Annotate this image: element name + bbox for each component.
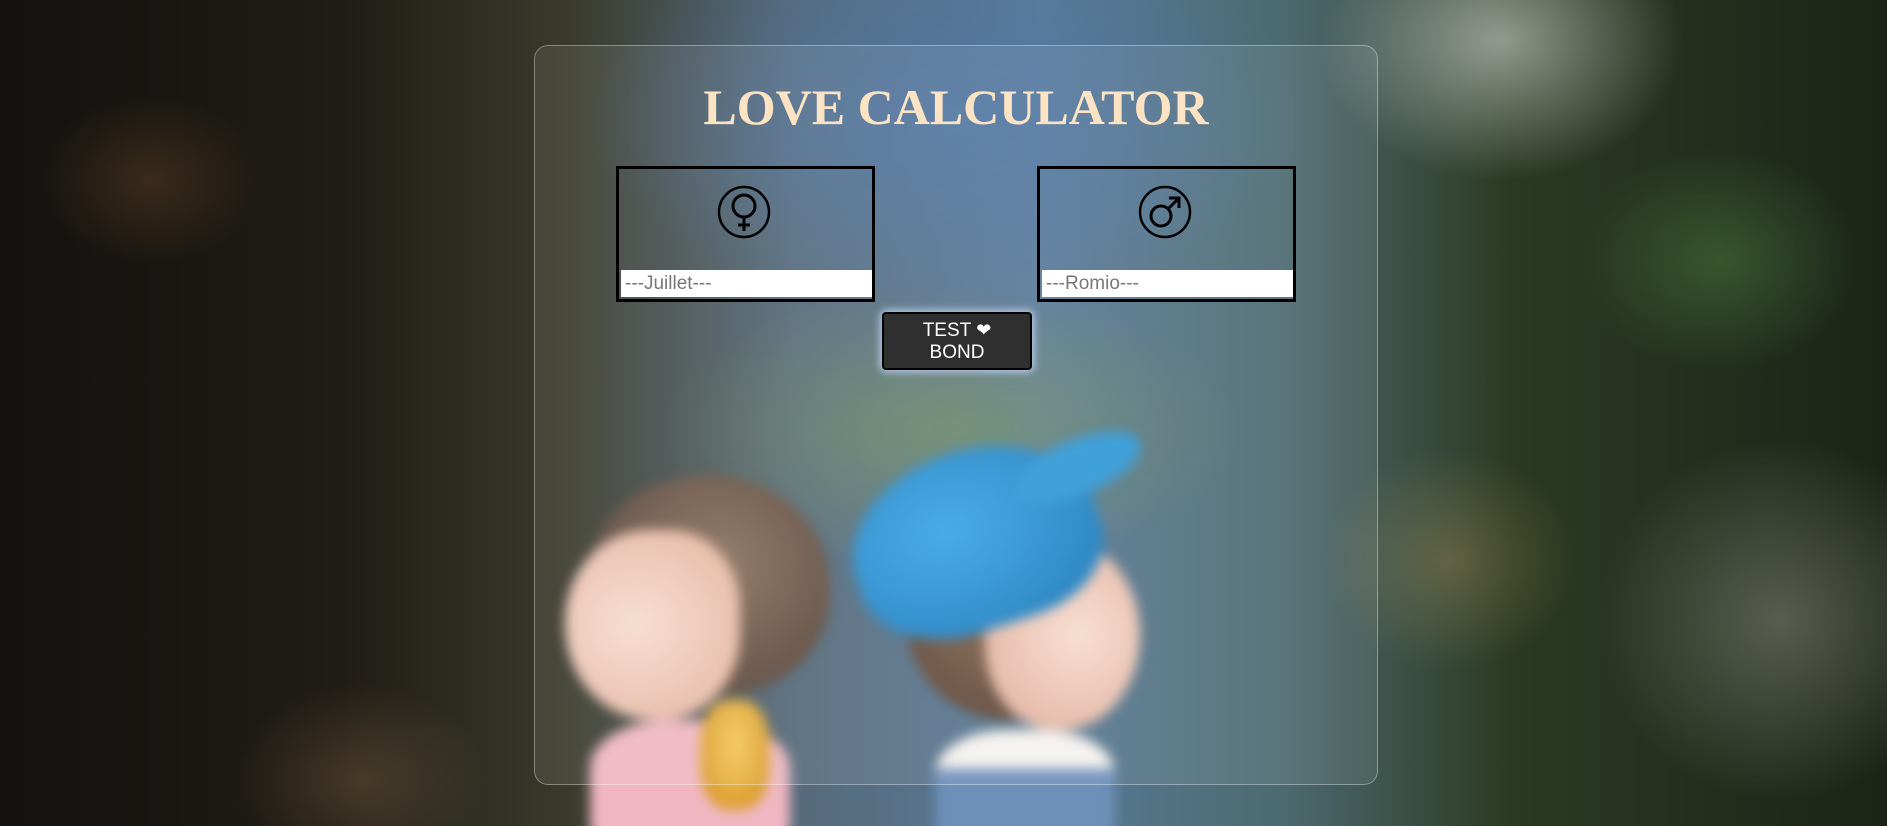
page-title: LOVE CALCULATOR	[703, 79, 1209, 135]
male-name-input[interactable]	[1042, 270, 1293, 297]
test-bond-line2: BOND	[929, 341, 985, 363]
female-symbol-icon	[717, 185, 771, 239]
test-bond-button[interactable]: TEST ❤ BOND	[882, 312, 1032, 370]
male-name-box	[1037, 166, 1296, 302]
male-symbol-icon	[1138, 185, 1192, 239]
heart-icon: ❤	[976, 319, 992, 340]
female-name-box	[616, 166, 875, 302]
test-bond-line1: TEST ❤	[884, 319, 1030, 342]
female-name-input[interactable]	[621, 270, 872, 297]
test-label: TEST	[922, 319, 971, 341]
calculator-card	[534, 45, 1378, 785]
